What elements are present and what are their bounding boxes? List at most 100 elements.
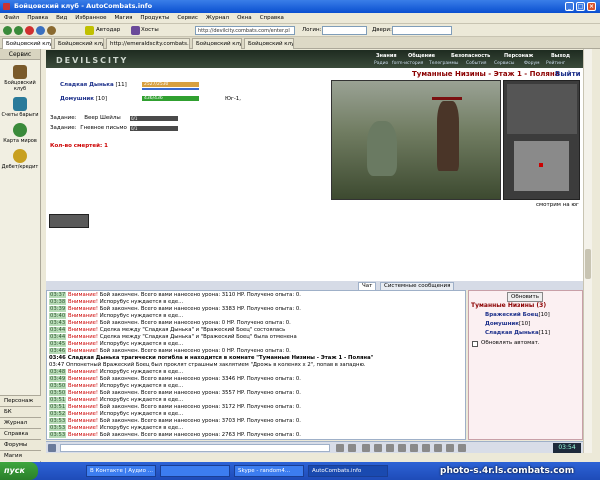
room-person[interactable]: Вражеский Боец[10]: [485, 312, 550, 318]
person-name[interactable]: Сладкая Дынька: [485, 330, 539, 336]
clear-icon[interactable]: [348, 444, 356, 452]
warning-tag: Внимание!: [67, 397, 99, 403]
menu-edit[interactable]: Правка: [23, 13, 52, 24]
menu-magic[interactable]: Магия: [111, 13, 137, 24]
refresh-icon[interactable]: [36, 26, 45, 35]
sidebar-bottom-bk[interactable]: БК: [0, 406, 41, 417]
auto-refresh-checkbox[interactable]: [472, 341, 478, 347]
sidebar-bottom-help[interactable]: Справка: [0, 428, 41, 439]
menu-journal[interactable]: Журнал: [202, 13, 233, 24]
stop-icon[interactable]: [25, 26, 34, 35]
game-header: DEVILSCITY Знания Общение Безопасность П…: [46, 50, 583, 68]
warning-tag: Внимание!: [67, 334, 99, 340]
nav-rating[interactable]: Рейтинг: [546, 61, 565, 66]
sidebar-item-map[interactable]: Карта миров: [0, 123, 40, 144]
chat-mode-icon[interactable]: [48, 444, 56, 452]
magic-icon[interactable]: [434, 444, 442, 452]
room-person[interactable]: Сладкая Дынька[11]: [485, 330, 550, 336]
login-input[interactable]: [322, 26, 367, 35]
page-scrollbar[interactable]: [583, 49, 592, 453]
nav-radio[interactable]: Радио: [374, 61, 388, 66]
tab-5[interactable]: Бойцовский клуб: [244, 38, 294, 49]
tab-4[interactable]: Бойцовский клуб: [192, 38, 242, 49]
send-icon[interactable]: [336, 444, 344, 452]
sidebar-bottom-magic[interactable]: Магия: [0, 450, 41, 461]
exit-link[interactable]: Выйти: [555, 70, 581, 78]
menu-products[interactable]: Продукты: [136, 13, 173, 24]
sidebar-bottom-journal[interactable]: Журнал: [0, 417, 41, 428]
nav-telegrams[interactable]: Телеграммы: [429, 61, 458, 66]
weapon-icon[interactable]: [422, 444, 430, 452]
task-window[interactable]: [160, 465, 230, 477]
nav-knowledge[interactable]: Знания: [376, 53, 397, 59]
task-vkontakte[interactable]: В Контакте | Аудио ...: [86, 465, 156, 477]
home-icon[interactable]: [47, 26, 56, 35]
doors-input[interactable]: [392, 26, 452, 35]
chat-line: 03:50 Внимание! Бой закончен. Всего вами…: [49, 390, 301, 397]
warning-tag: Внимание!: [67, 327, 99, 333]
sidebar-bottom-character[interactable]: Персонаж: [0, 395, 41, 406]
menu-windows[interactable]: Окна: [233, 13, 256, 24]
filter-icon[interactable]: [362, 444, 370, 452]
maximize-button[interactable]: □: [576, 2, 585, 11]
close-button[interactable]: ×: [587, 2, 596, 11]
people-icon[interactable]: [410, 444, 418, 452]
room-person[interactable]: Домушник[10]: [485, 321, 530, 327]
address-input[interactable]: http://devilcity.combats.com/enter.pl: [195, 26, 295, 35]
sidebar-item-accounts[interactable]: Счеты барыги: [0, 97, 40, 118]
minimize-button[interactable]: _: [565, 2, 574, 11]
player-name[interactable]: Сладкая Дынька: [60, 82, 114, 88]
menu-favorites[interactable]: Избранное: [71, 13, 110, 24]
nav-history[interactable]: form-история: [392, 61, 423, 66]
nav-communication[interactable]: Общение: [408, 53, 435, 59]
forward-icon[interactable]: [14, 26, 23, 35]
task-autocombats[interactable]: AutoCombats.info: [308, 465, 388, 477]
person-name[interactable]: Домушник: [485, 321, 519, 327]
hosts-icon[interactable]: [131, 26, 140, 35]
autodar-button[interactable]: Автодар: [96, 24, 120, 37]
start-button[interactable]: пуск: [0, 462, 38, 480]
task-label: Задание:: [50, 115, 77, 121]
menu-service[interactable]: Сервис: [173, 13, 202, 24]
nav-events[interactable]: События: [466, 61, 486, 66]
nav-character[interactable]: Персонаж: [504, 53, 533, 59]
sidebar-bottom-forums[interactable]: Форумы: [0, 439, 41, 450]
player-name[interactable]: Домушник: [60, 96, 94, 102]
timestamp: 03:52: [49, 411, 67, 417]
sound-icon[interactable]: [398, 444, 406, 452]
nav-forum[interactable]: Форум: [524, 61, 540, 66]
sidebar-item-debit[interactable]: Дебет/кредит: [0, 149, 40, 170]
message-text: Испорубус нуждается в еде...: [99, 411, 184, 417]
player-level: [11]: [115, 82, 127, 88]
chat-input[interactable]: [60, 444, 330, 452]
minimap[interactable]: [503, 80, 580, 200]
settings-icon[interactable]: [458, 444, 466, 452]
menu-file[interactable]: Файл: [0, 13, 23, 24]
scrollbar-thumb[interactable]: [585, 249, 591, 279]
translit-icon[interactable]: [386, 444, 394, 452]
nav-exit[interactable]: Выход: [551, 53, 570, 59]
refresh-button[interactable]: Обновить: [507, 292, 543, 302]
tab-1[interactable]: Бойцовский клуб: [2, 38, 52, 49]
back-icon[interactable]: [3, 26, 12, 35]
fight-club-icon: [13, 65, 27, 79]
tab-2[interactable]: Бойцовский клуб: [54, 38, 104, 49]
task-count: 0/1: [131, 126, 138, 131]
chat-line: 03:51 Внимание! Испорубус нуждается в ед…: [49, 397, 183, 404]
inventory-icon[interactable]: [446, 444, 454, 452]
sidebar-item-club[interactable]: Бойцовский клуб: [0, 65, 40, 92]
person-name[interactable]: Вражеский Боец: [485, 312, 538, 318]
autodar-icon[interactable]: [85, 26, 94, 35]
menu-view[interactable]: Вид: [52, 13, 71, 24]
mana-bar: [142, 88, 199, 90]
nav-services[interactable]: Сервисы: [494, 61, 514, 66]
warning-tag: Внимание!: [67, 376, 99, 382]
app-icon: [3, 3, 10, 10]
tab-3[interactable]: http://emeraldscity.combats.c...: [106, 38, 190, 49]
smile-icon[interactable]: [374, 444, 382, 452]
nav-security[interactable]: Безопасность: [451, 53, 490, 59]
window-titlebar: Бойцовский клуб - AutoCombats.info _ □ ×: [0, 0, 600, 13]
menu-help[interactable]: Справка: [256, 13, 288, 24]
task-skype[interactable]: Skype - random4...: [234, 465, 304, 477]
hosts-button[interactable]: Хосты: [141, 24, 159, 37]
